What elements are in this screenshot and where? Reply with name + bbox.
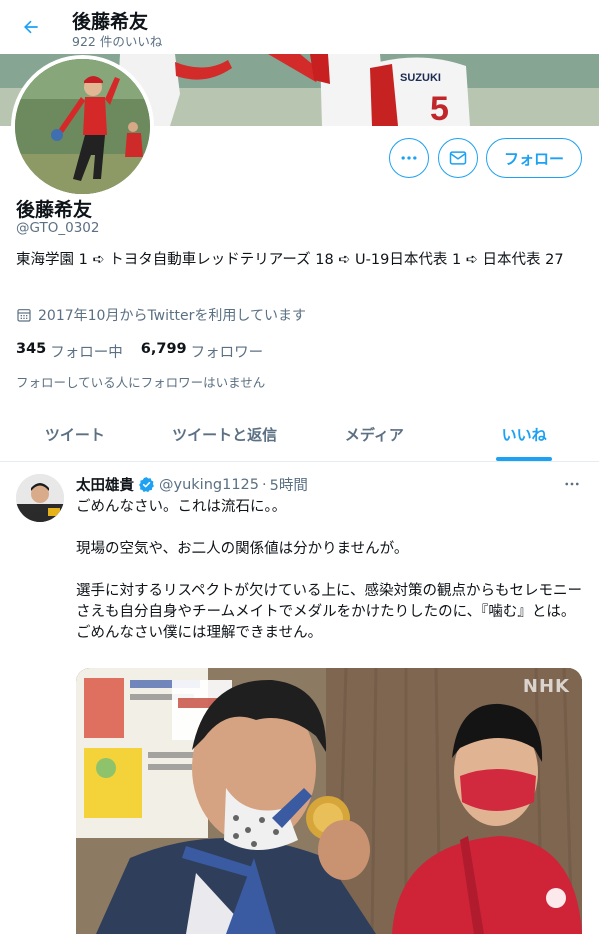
ellipsis-icon bbox=[565, 482, 579, 486]
tab-media[interactable]: メディア bbox=[300, 408, 450, 461]
tweet-timestamp[interactable]: 5時間 bbox=[270, 474, 308, 495]
following-count: 345 bbox=[16, 341, 47, 357]
tweet-more-button[interactable] bbox=[558, 474, 586, 494]
ellipsis-icon bbox=[401, 156, 417, 160]
tweet-media-image[interactable]: NHK bbox=[76, 668, 582, 934]
follow-stats: 345 フォロー中 6,799 フォロワー bbox=[16, 341, 281, 362]
tab-tweets-and-replies[interactable]: ツイートと返信 bbox=[150, 408, 300, 461]
known-followers[interactable]: フォローしている人にフォロワーはいません bbox=[16, 372, 265, 391]
calendar-icon bbox=[16, 307, 32, 323]
tweet-author-avatar[interactable] bbox=[16, 474, 64, 522]
tweet-line: ごめんなさい。これは流石に。。 bbox=[76, 499, 287, 515]
following-label: フォロー中 bbox=[50, 345, 123, 361]
followers-link[interactable]: 6,799 フォロワー bbox=[141, 341, 263, 362]
tweet-line: ごめんなさい僕には理解できません。 bbox=[76, 625, 323, 641]
tweet-separator: · bbox=[262, 476, 267, 493]
tweet-author-handle[interactable]: @yuking1125 bbox=[159, 477, 259, 493]
envelope-icon bbox=[449, 151, 467, 165]
tab-tweets[interactable]: ツイート bbox=[0, 408, 150, 461]
tweet-author-name[interactable]: 太田雄貴 bbox=[76, 474, 134, 495]
media-watermark: NHK bbox=[522, 676, 570, 697]
joined-text: 2017年10月からTwitterを利用しています bbox=[38, 308, 306, 324]
follow-button[interactable]: フォロー bbox=[486, 138, 582, 178]
followers-count: 6,799 bbox=[140, 341, 187, 357]
tweet-line: 選手に対するリスペクトが欠けている上に、感染対策の観点からもセレモニーさえも自分… bbox=[76, 583, 583, 620]
header-title: 後藤希友 bbox=[72, 11, 149, 33]
profile-avatar[interactable] bbox=[11, 55, 154, 198]
banner-jersey-number: 5 bbox=[430, 90, 449, 126]
profile-handle: @GTO_0302 bbox=[16, 220, 100, 236]
following-link[interactable]: 345 フォロー中 bbox=[16, 341, 123, 362]
back-button[interactable] bbox=[14, 10, 48, 44]
followers-label: フォロワー bbox=[190, 345, 264, 361]
tweet-text: ごめんなさい。これは流石に。。 現場の空気や、お二人の関係値は分かりませんが。 … bbox=[76, 497, 584, 644]
profile-bio: 東海学園 1 ➪ トヨタ自動車レッドテリアーズ 18 ➪ U-19日本代表 1 … bbox=[16, 252, 564, 268]
tweet-line: 現場の空気や、お二人の関係値は分かりませんが。 bbox=[76, 541, 409, 557]
arrow-left-icon bbox=[24, 20, 38, 34]
top-bar: 後藤希友 922 件のいいね bbox=[0, 0, 599, 54]
tweet-header: 太田雄貴 @yuking1125 · 5時間 bbox=[76, 474, 308, 495]
verified-badge-icon bbox=[138, 476, 155, 493]
likes-count: 922 件のいいね bbox=[72, 34, 163, 49]
profile-tabs: ツイート ツイートと返信 メディア いいね bbox=[0, 408, 599, 462]
joined-date: 2017年10月からTwitterを利用しています bbox=[16, 305, 306, 325]
profile-display-name: 後藤希友 bbox=[16, 199, 93, 221]
more-button[interactable] bbox=[389, 138, 429, 178]
message-button[interactable] bbox=[438, 138, 478, 178]
banner-jersey-name: SUZUKI bbox=[400, 72, 441, 84]
tab-likes[interactable]: いいね bbox=[449, 408, 599, 461]
